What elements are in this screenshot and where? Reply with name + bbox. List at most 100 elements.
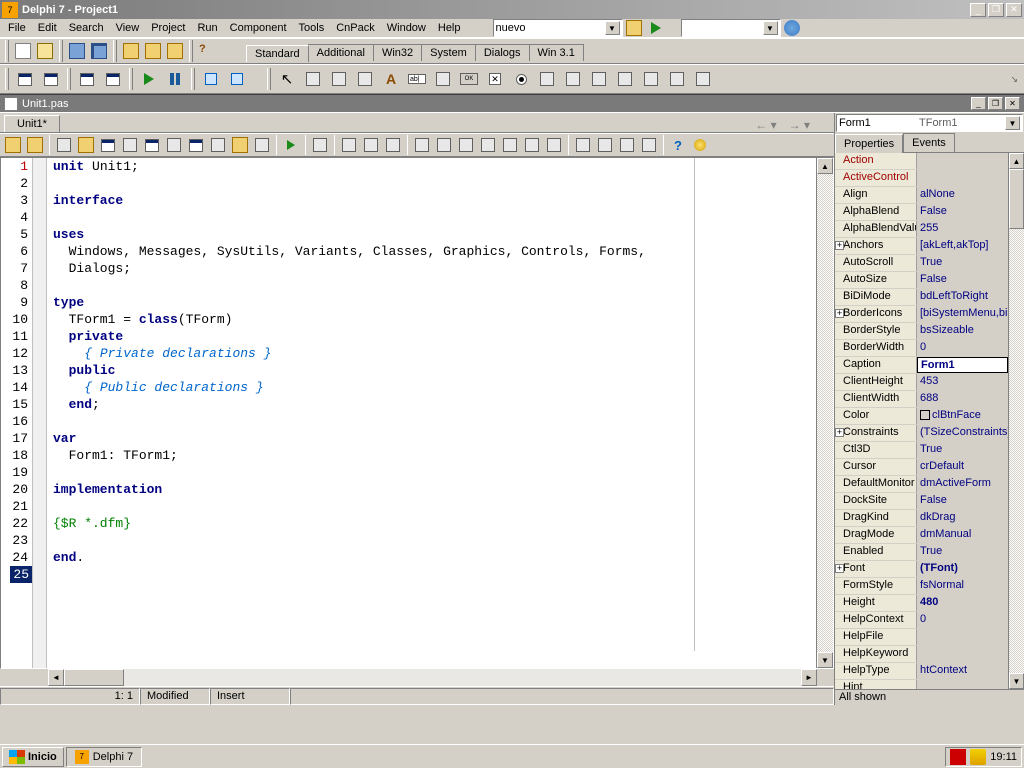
nav-forward-button[interactable]: → ▾ <box>789 118 810 132</box>
saveall-button[interactable] <box>88 40 110 62</box>
edit-component[interactable]: ab| <box>404 66 430 92</box>
prop-activecontrol[interactable]: ActiveControl <box>835 170 1008 187</box>
pointer-tool[interactable]: ↖ <box>274 66 300 92</box>
toolbar-btn[interactable] <box>624 19 644 37</box>
editor-tool[interactable] <box>360 134 382 156</box>
popupmenu-component[interactable] <box>352 66 378 92</box>
prop-bordericons[interactable]: +BorderIcons[biSystemMenu,biMinimize,biM… <box>835 306 1008 323</box>
editor-tool[interactable] <box>382 134 404 156</box>
prop-alphablendvalue[interactable]: AlphaBlendValue255 <box>835 221 1008 238</box>
editor-tool[interactable] <box>185 134 207 156</box>
prop-clientwidth[interactable]: ClientWidth688 <box>835 391 1008 408</box>
menu-search[interactable]: Search <box>69 22 104 34</box>
nav-back-button[interactable]: ← ▾ <box>755 118 776 132</box>
prop-color[interactable]: ColorclBtnFace <box>835 408 1008 425</box>
editor-tool[interactable] <box>97 134 119 156</box>
mainmenu-component[interactable] <box>326 66 352 92</box>
add-file-button[interactable] <box>142 40 164 62</box>
taskbar-app[interactable]: 7 Delphi 7 <box>66 747 142 767</box>
frames-component[interactable] <box>300 66 326 92</box>
oi-object-selector[interactable]: Form1 TForm1 ▼ <box>836 114 1023 132</box>
scroll-down-button[interactable]: ▼ <box>817 652 833 668</box>
editor-tool[interactable] <box>572 134 594 156</box>
editor-tool[interactable] <box>521 134 543 156</box>
prop-helptype[interactable]: HelpTypehtContext <box>835 663 1008 680</box>
menu-file[interactable]: File <box>8 22 26 34</box>
actionlist-component[interactable] <box>690 66 716 92</box>
menu-cnpack[interactable]: CnPack <box>336 22 375 34</box>
menu-tools[interactable]: Tools <box>299 22 325 34</box>
remove-file-button[interactable] <box>164 40 186 62</box>
prop-clientheight[interactable]: ClientHeight453 <box>835 374 1008 391</box>
editor-tool[interactable] <box>689 134 711 156</box>
editor-tool[interactable] <box>119 134 141 156</box>
code-editor[interactable]: 1234567891011121314151617181920212223242… <box>0 157 834 669</box>
oi-tab-properties[interactable]: Properties <box>835 134 903 153</box>
palette-tab-dialogs[interactable]: Dialogs <box>475 44 530 61</box>
toolbar-btn[interactable] <box>782 19 802 37</box>
scroll-left-button[interactable]: ◄ <box>48 669 64 686</box>
label-component[interactable]: A <box>378 66 404 92</box>
prop-caption[interactable]: CaptionForm1 <box>835 357 1008 374</box>
prop-helpfile[interactable]: HelpFile <box>835 629 1008 646</box>
scroll-up-button[interactable]: ▲ <box>817 158 833 174</box>
prop-formstyle[interactable]: FormStylefsNormal <box>835 578 1008 595</box>
save-button[interactable] <box>66 40 88 62</box>
editor-tool[interactable] <box>309 134 331 156</box>
help-button[interactable]: ? <box>196 40 218 62</box>
menu-help[interactable]: Help <box>438 22 461 34</box>
horizontal-scrollbar[interactable]: ◄ ► <box>0 669 834 686</box>
run-button[interactable] <box>136 66 162 92</box>
editor-tool[interactable]: ? <box>667 134 689 156</box>
prop-bidimode[interactable]: BiDiModebdLeftToRight <box>835 289 1008 306</box>
panel-component[interactable] <box>664 66 690 92</box>
line-gutter[interactable]: 1234567891011121314151617181920212223242… <box>1 158 33 668</box>
prop-dragmode[interactable]: DragModedmManual <box>835 527 1008 544</box>
tray-icon[interactable] <box>970 749 986 765</box>
editor-tool[interactable] <box>594 134 616 156</box>
oi-grid[interactable]: ActionActiveControlAlignalNoneAlphaBlend… <box>835 153 1024 689</box>
prop-defaultmonitor[interactable]: DefaultMonitordmActiveForm <box>835 476 1008 493</box>
code-text[interactable]: unit Unit1; interface uses Windows, Mess… <box>47 158 816 668</box>
dropdown-icon[interactable]: ▼ <box>1005 116 1020 130</box>
scrollbar-component[interactable] <box>586 66 612 92</box>
menu-edit[interactable]: Edit <box>38 22 57 34</box>
prop-cursor[interactable]: CursorcrDefault <box>835 459 1008 476</box>
editor-tool[interactable] <box>251 134 273 156</box>
checkbox-component[interactable]: ✕ <box>482 66 508 92</box>
prop-anchors[interactable]: +Anchors[akLeft,akTop] <box>835 238 1008 255</box>
editor-tool[interactable] <box>141 134 163 156</box>
menu-component[interactable]: Component <box>230 22 287 34</box>
start-button[interactable]: Inicio <box>2 747 64 767</box>
editor-tool[interactable] <box>411 134 433 156</box>
minimize-button[interactable]: _ <box>970 3 986 17</box>
child-restore-button[interactable]: ❐ <box>988 97 1003 110</box>
palette-tab-system[interactable]: System <box>421 44 476 61</box>
run-params-combo[interactable]: nuevo ▼ <box>493 19 623 37</box>
open-project-button[interactable] <box>120 40 142 62</box>
editor-tool[interactable] <box>499 134 521 156</box>
prop-autosize[interactable]: AutoSizeFalse <box>835 272 1008 289</box>
file-tab[interactable]: Unit1* <box>4 115 60 132</box>
step-over-button[interactable] <box>224 66 250 92</box>
editor-tool[interactable] <box>24 134 46 156</box>
fold-gutter[interactable] <box>33 158 47 668</box>
groupbox-component[interactable] <box>612 66 638 92</box>
editor-tool[interactable] <box>433 134 455 156</box>
prop-font[interactable]: +Font(TFont) <box>835 561 1008 578</box>
palette-tab-standard[interactable]: Standard <box>246 45 309 62</box>
new-button[interactable] <box>12 40 34 62</box>
new-form-button[interactable] <box>100 66 126 92</box>
editor-tool[interactable] <box>163 134 185 156</box>
prop-hint[interactable]: Hint <box>835 680 1008 689</box>
menu-run[interactable]: Run <box>197 22 217 34</box>
menu-view[interactable]: View <box>116 22 140 34</box>
dropdown-icon[interactable]: ▼ <box>605 21 620 35</box>
prop-dragkind[interactable]: DragKinddkDrag <box>835 510 1008 527</box>
menu-window[interactable]: Window <box>387 22 426 34</box>
prop-helpkeyword[interactable]: HelpKeyword <box>835 646 1008 663</box>
editor-tool[interactable] <box>53 134 75 156</box>
menu-project[interactable]: Project <box>151 22 185 34</box>
combobox-component[interactable] <box>560 66 586 92</box>
editor-tool[interactable] <box>229 134 251 156</box>
